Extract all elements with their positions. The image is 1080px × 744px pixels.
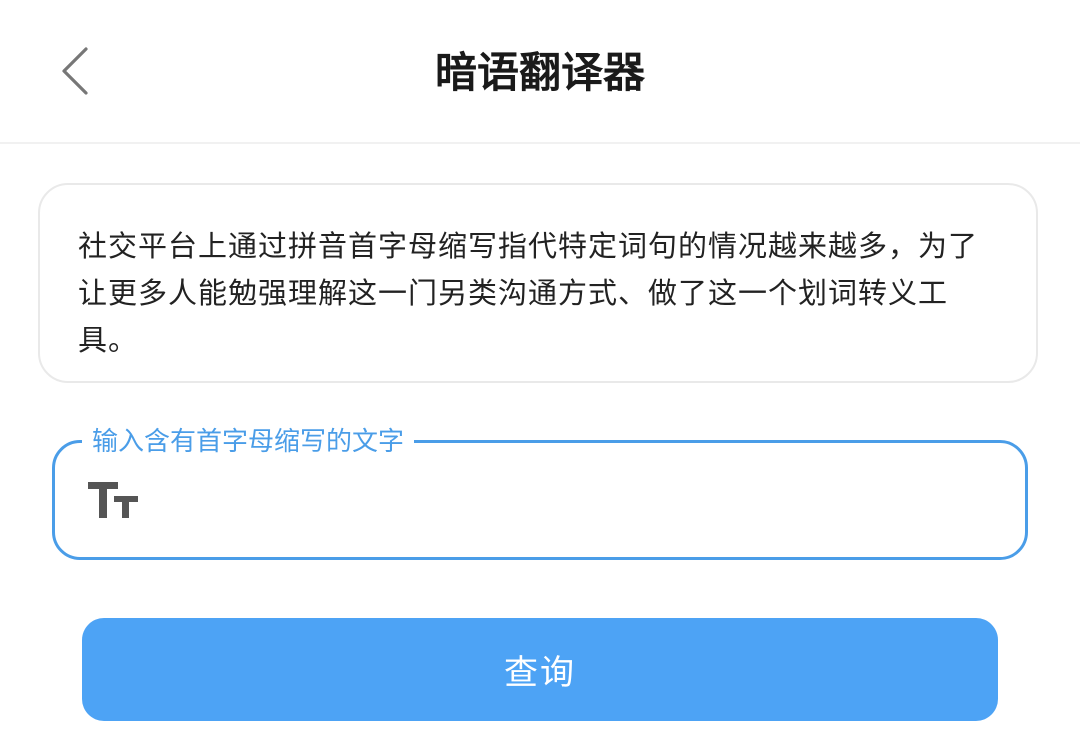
query-button-label: 查询	[504, 653, 576, 693]
abbreviation-input[interactable]	[140, 465, 1004, 537]
input-label: 输入含有首字母缩写的文字	[82, 425, 415, 459]
translator-page: 暗语翻译器 社交平台上通过拼音首字母缩写指代特定词句的情况越来越多，为了让更多人…	[0, 0, 1080, 744]
text-size-icon	[88, 482, 138, 518]
page-title: 暗语翻译器	[434, 48, 645, 97]
intro-text: 社交平台上通过拼音首字母缩写指代特定词句的情况越来越多，为了让更多人能勉强理解这…	[78, 229, 979, 357]
header-bar: 暗语翻译器	[0, 0, 1080, 144]
intro-card: 社交平台上通过拼音首字母缩写指代特定词句的情况越来越多，为了让更多人能勉强理解这…	[38, 183, 1038, 383]
query-button[interactable]: 查询	[82, 618, 998, 721]
